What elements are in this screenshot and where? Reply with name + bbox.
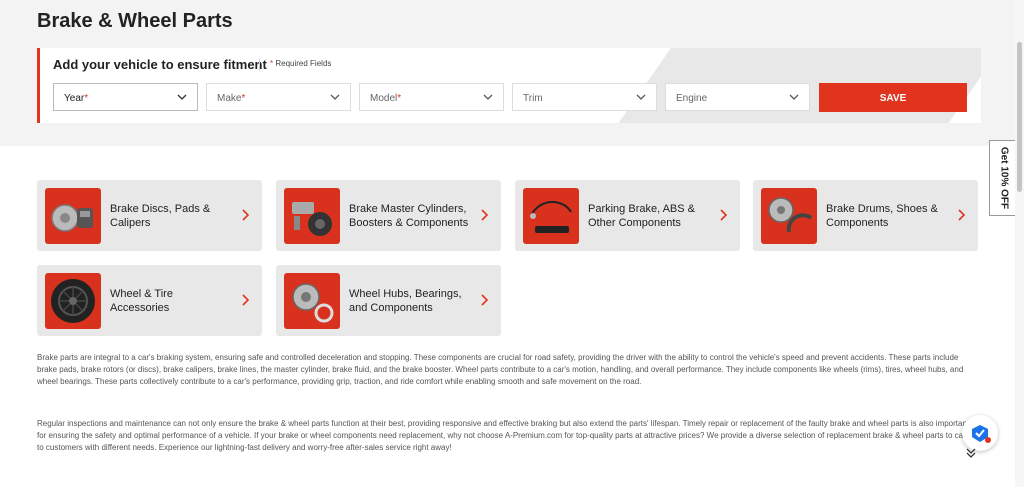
double-chevron-down-icon[interactable] xyxy=(965,447,977,459)
category-card-brake-discs[interactable]: Brake Discs, Pads & Calipers xyxy=(37,180,262,251)
trim-select-label: Trim xyxy=(523,93,543,104)
parking-brake-cable-image xyxy=(523,188,579,244)
discount-side-tab[interactable]: Get 10% OFF xyxy=(989,140,1017,216)
model-select-label: Model xyxy=(370,93,398,104)
chevron-right-icon xyxy=(720,209,728,221)
chevron-down-icon xyxy=(483,94,493,100)
category-card-master-cylinders[interactable]: Brake Master Cylinders, Boosters & Compo… xyxy=(276,180,501,251)
required-star: * xyxy=(241,93,246,104)
fitment-heading: Add your vehicle to ensure fitment xyxy=(53,57,267,72)
category-card-brake-drums[interactable]: Brake Drums, Shoes & Components xyxy=(753,180,978,251)
scrollbar-thumb[interactable] xyxy=(1017,42,1022,192)
year-select[interactable]: Year* xyxy=(53,83,198,111)
make-select-label: Make xyxy=(217,93,242,104)
model-select[interactable]: Model* xyxy=(359,83,504,111)
required-star: * xyxy=(270,59,274,68)
category-label: Brake Master Cylinders, Boosters & Compo… xyxy=(349,202,469,229)
chevron-right-icon xyxy=(958,209,966,221)
category-label: Wheel Hubs, Bearings, and Components xyxy=(349,287,462,314)
brake-discs-image xyxy=(45,188,101,244)
chevron-down-icon xyxy=(177,94,187,100)
category-label: Wheel & Tire Accessories xyxy=(110,287,173,314)
page-title: Brake & Wheel Parts xyxy=(37,10,233,32)
chevron-right-icon xyxy=(242,209,250,221)
discount-tab-label: Get 10% OFF xyxy=(998,146,1009,210)
master-cylinder-image xyxy=(284,188,340,244)
engine-select[interactable]: Engine xyxy=(665,83,810,111)
required-fields-label: Required Fields xyxy=(275,59,332,68)
make-select[interactable]: Make* xyxy=(206,83,351,111)
brake-drum-image xyxy=(761,188,817,244)
chevron-right-icon xyxy=(481,209,489,221)
review-badge-icon[interactable] xyxy=(962,415,998,451)
category-card-parking-brake[interactable]: Parking Brake, ABS & Other Components xyxy=(515,180,740,251)
trim-select[interactable]: Trim xyxy=(512,83,657,111)
vehicle-fitment-panel: Add your vehicle to ensure fitment * Req… xyxy=(37,48,981,123)
chevron-right-icon xyxy=(481,294,489,306)
category-card-wheel-hubs[interactable]: Wheel Hubs, Bearings, and Components xyxy=(276,265,501,336)
required-star: * xyxy=(397,93,402,104)
wheel-hub-image xyxy=(284,273,340,329)
description-paragraph: Regular inspections and maintenance can … xyxy=(37,419,973,452)
wheel-image xyxy=(45,273,101,329)
required-star: * xyxy=(84,93,89,104)
chevron-down-icon xyxy=(636,94,646,100)
divider xyxy=(259,59,260,71)
description-paragraph: Brake parts are integral to a car's brak… xyxy=(37,353,964,386)
chevron-down-icon xyxy=(330,94,340,100)
category-label: Brake Discs, Pads & Calipers xyxy=(110,202,211,229)
chevron-right-icon xyxy=(242,294,250,306)
category-card-wheel-tire[interactable]: Wheel & Tire Accessories xyxy=(37,265,262,336)
save-button[interactable]: SAVE xyxy=(819,83,967,112)
engine-select-label: Engine xyxy=(676,93,708,104)
category-label: Brake Drums, Shoes & Components xyxy=(826,202,938,229)
required-fields-note: * Required Fields xyxy=(270,59,331,68)
category-label: Parking Brake, ABS & Other Components xyxy=(588,202,695,229)
scrollbar[interactable] xyxy=(1015,0,1024,487)
chevron-down-icon xyxy=(789,94,799,100)
year-select-label: Year xyxy=(64,93,85,104)
